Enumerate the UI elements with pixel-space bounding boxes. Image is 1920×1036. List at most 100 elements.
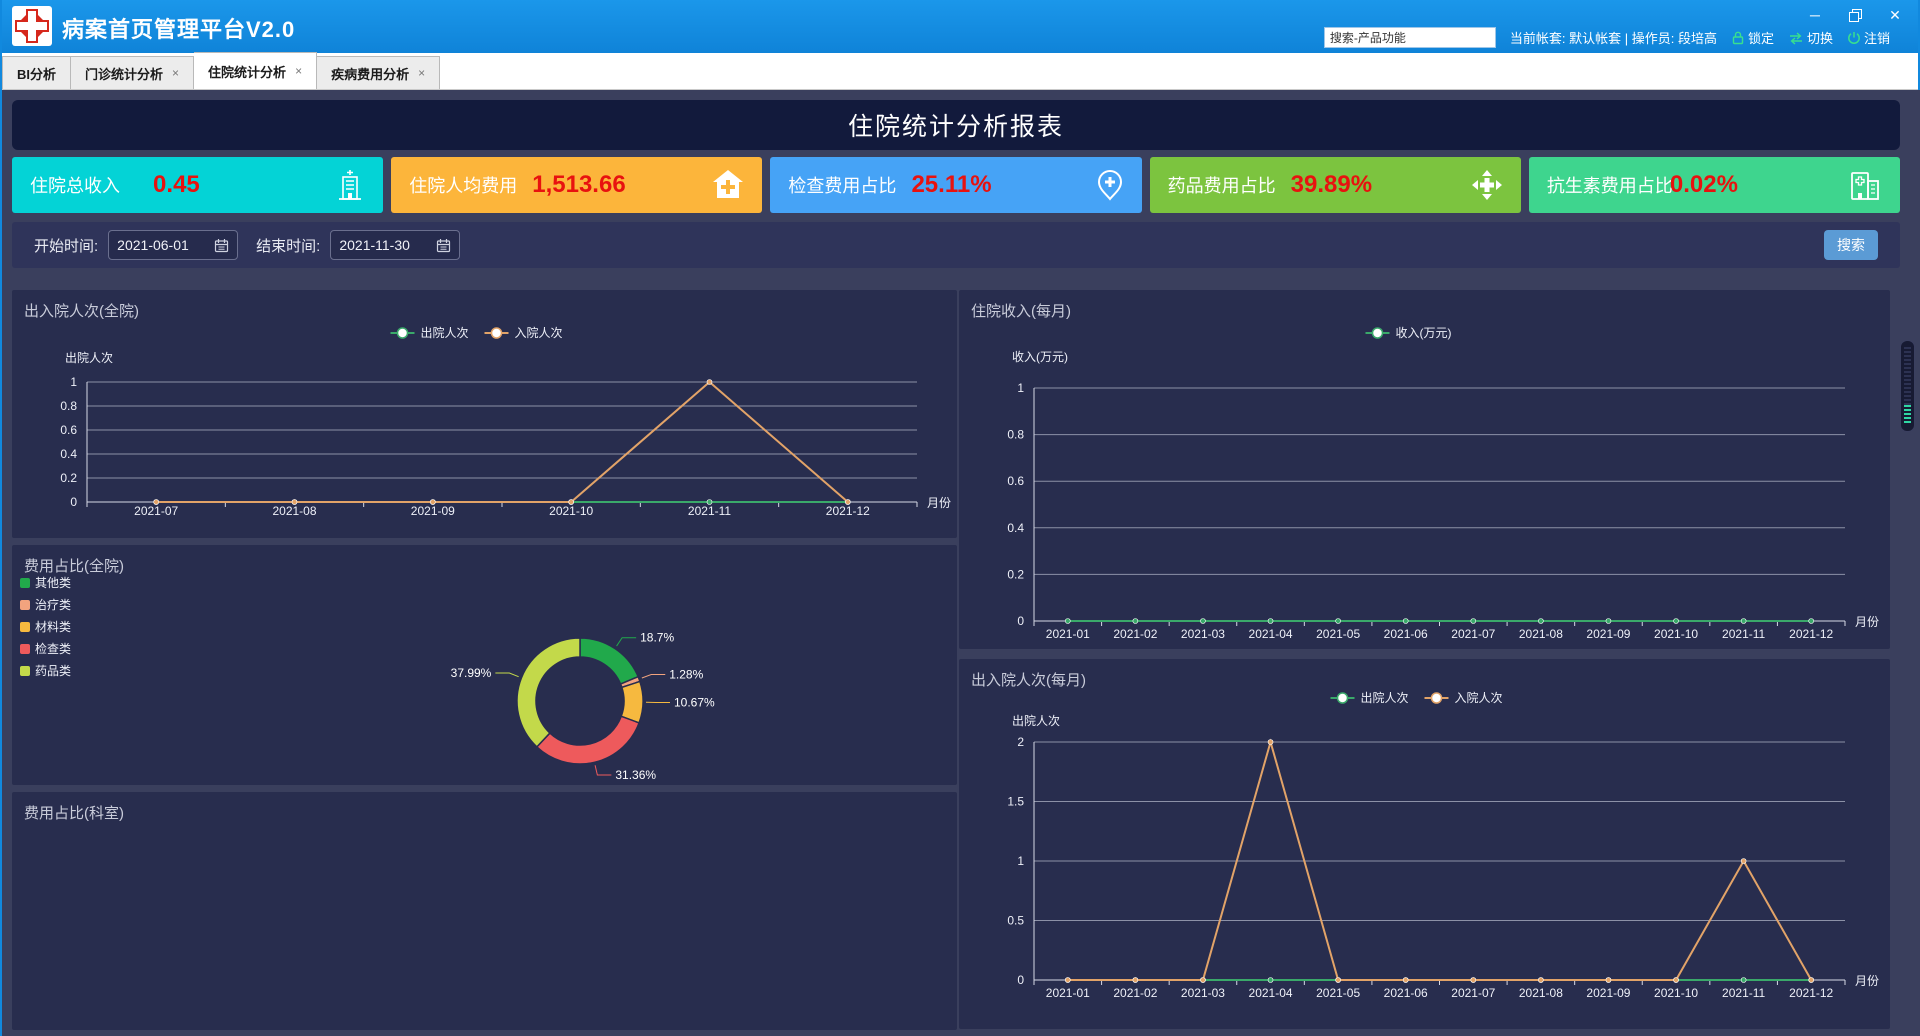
lock-label: 锁定 [1748,28,1774,47]
svg-text:月份: 月份 [1855,615,1879,629]
close-button[interactable]: ✕ [1886,6,1904,24]
kpi-value: 25.11% [911,171,991,199]
lock-action[interactable]: 锁定 [1731,28,1774,47]
title-bar: 病案首页管理平台V2.0 ─ ✕ 当前帐套: 默认帐套 | 操作员: 段培高 锁… [2,0,1918,53]
scrollbar-ridges [1904,347,1911,405]
svg-text:2021-06: 2021-06 [1384,986,1428,1000]
svg-text:其他类: 其他类 [35,576,71,590]
svg-text:2021-10: 2021-10 [1654,986,1698,1000]
end-time-label: 结束时间: [256,235,320,256]
svg-text:0.5: 0.5 [1007,914,1024,928]
svg-text:2021-05: 2021-05 [1316,986,1360,1000]
svg-text:2021-04: 2021-04 [1249,627,1293,641]
kpi-label: 抗生素费用占比 [1547,172,1673,198]
svg-text:2021-03: 2021-03 [1181,986,1225,1000]
svg-text:2021-08: 2021-08 [272,504,316,518]
svg-text:0.8: 0.8 [1007,428,1024,442]
svg-text:0: 0 [1017,973,1024,987]
tab-inpatient-stats[interactable]: 住院统计分析 × [194,52,317,89]
chart-title: 出入院人次(全院) [24,300,139,321]
start-date-input[interactable] [117,237,214,253]
start-time-label: 开始时间: [34,235,98,256]
tab-close-icon[interactable]: × [418,66,425,80]
svg-text:2021-07: 2021-07 [1451,986,1495,1000]
tab-outpatient-stats[interactable]: 门诊统计分析 × [71,56,194,89]
svg-text:0.6: 0.6 [60,423,77,437]
kpi-value: 1,513.66 [532,171,625,199]
tab-label: 门诊统计分析 [85,64,163,83]
svg-text:出院人次: 出院人次 [421,326,469,340]
kpi-total-income: 住院总收入 0.45 [12,157,383,213]
end-date-field[interactable] [330,230,460,260]
tab-close-icon[interactable]: × [295,64,302,78]
svg-text:2021-07: 2021-07 [1451,627,1495,641]
svg-text:2021-11: 2021-11 [1722,986,1765,1000]
svg-text:出院人次: 出院人次 [65,351,113,365]
kpi-label: 检查费用占比 [788,172,896,198]
restore-icon [1849,9,1862,22]
dashboard-content: 住院统计分析报表 住院总收入 0.45 住院人均费用 1,513.66 [2,90,1920,1036]
svg-text:收入(万元): 收入(万元) [1396,326,1452,340]
chart-title: 住院收入(每月) [971,300,1071,321]
app-window: 病案首页管理平台V2.0 ─ ✕ 当前帐套: 默认帐套 | 操作员: 段培高 锁… [0,0,1920,1036]
chart-panel-discharge-admission-monthly: 00.511.522021-012021-022021-032021-04202… [959,659,1890,1029]
svg-text:1: 1 [70,375,77,389]
svg-text:2021-03: 2021-03 [1181,627,1225,641]
logout-label: 注销 [1864,28,1890,47]
calendar-icon [214,238,229,253]
svg-text:药品类: 药品类 [35,664,71,678]
scrollbar-thumb[interactable] [1900,340,1915,432]
tab-bi-analysis[interactable]: BI分析 [2,56,71,89]
donut-chart: 18.7%1.28%10.67%31.36%37.99%其他类治疗类材料类检查类… [12,545,957,785]
minimize-button[interactable]: ─ [1806,6,1824,24]
kpi-label: 住院人均费用 [409,172,517,198]
kpi-avg-cost: 住院人均费用 1,513.66 [391,157,762,213]
search-input[interactable] [1324,27,1496,48]
tab-label: BI分析 [17,64,56,83]
svg-text:2021-12: 2021-12 [1789,627,1833,641]
scrollbar-teal-stripes [1904,405,1911,425]
svg-text:1: 1 [1017,381,1024,395]
svg-text:2021-05: 2021-05 [1316,627,1360,641]
switch-action[interactable]: 切换 [1788,28,1833,47]
tab-bar: BI分析 门诊统计分析 × 住院统计分析 × 疾病费用分析 × [2,53,1918,90]
start-date-field[interactable] [108,230,238,260]
svg-text:2021-12: 2021-12 [1789,986,1833,1000]
kpi-drug-cost-ratio: 药品费用占比 39.89% [1150,157,1521,213]
restore-button[interactable] [1846,6,1864,24]
svg-text:0.2: 0.2 [1007,567,1024,581]
svg-text:2021-09: 2021-09 [411,504,455,518]
tab-disease-cost[interactable]: 疾病费用分析 × [317,56,440,89]
svg-text:0.8: 0.8 [60,399,77,413]
chart-panel-cost-ratio-dept: 费用占比(科室) [12,792,957,1030]
svg-text:2021-01: 2021-01 [1046,986,1090,1000]
logout-action[interactable]: 注销 [1847,28,1890,47]
svg-text:2021-10: 2021-10 [549,504,593,518]
end-date-input[interactable] [339,237,436,253]
svg-text:1.28%: 1.28% [669,668,703,682]
chart-title: 出入院人次(每月) [971,669,1086,690]
kpi-value: 0.02% [1670,171,1738,199]
page-title: 住院统计分析报表 [12,100,1900,150]
kpi-label: 药品费用占比 [1168,172,1276,198]
svg-text:2021-09: 2021-09 [1586,627,1630,641]
power-icon [1847,31,1861,45]
swap-arrows-icon [1788,31,1804,45]
svg-text:月份: 月份 [1855,974,1879,988]
location-pin-icon [1096,169,1124,201]
move-arrows-icon [1471,169,1503,201]
svg-text:2021-11: 2021-11 [688,504,731,518]
search-button[interactable]: 搜索 [1824,230,1878,260]
svg-text:2021-07: 2021-07 [134,504,178,518]
tab-close-icon[interactable]: × [172,66,179,80]
svg-text:2021-01: 2021-01 [1046,627,1090,641]
line-chart: 00.511.522021-012021-022021-032021-04202… [959,659,1890,1029]
hospital-icon [1848,169,1882,201]
line-chart: 00.20.40.60.812021-012021-022021-032021-… [959,290,1890,649]
app-logo [12,6,52,46]
svg-text:收入(万元): 收入(万元) [1012,350,1068,364]
building-icon [335,169,365,201]
svg-text:2021-09: 2021-09 [1586,986,1630,1000]
tab-label: 住院统计分析 [208,62,286,81]
app-title: 病案首页管理平台V2.0 [62,12,295,44]
